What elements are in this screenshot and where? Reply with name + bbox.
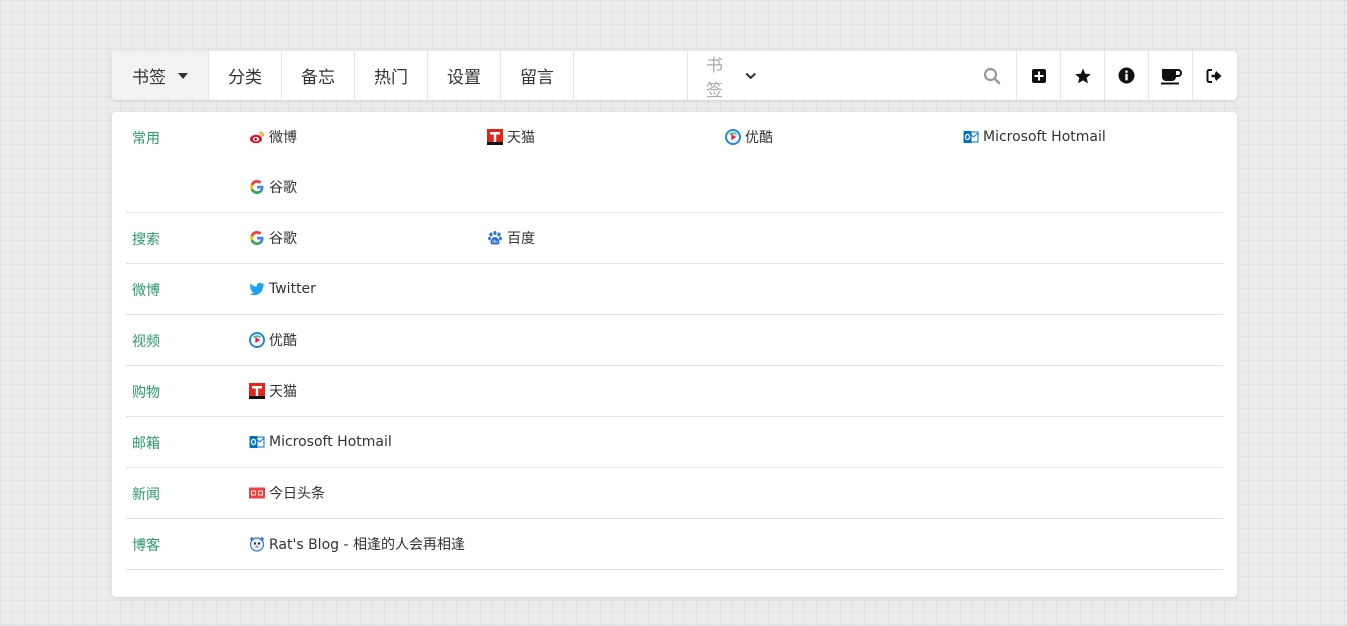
search-scope-label: 书签 — [706, 55, 723, 101]
bookmark-label: 百度 — [507, 231, 535, 247]
bookmark-link[interactable]: 微博 — [249, 112, 487, 162]
nav-hot[interactable]: 热门 — [355, 51, 428, 100]
svg-text:du: du — [492, 239, 498, 245]
category-name[interactable]: 新闻 — [126, 468, 249, 518]
nav-memo-label: 备忘 — [301, 68, 335, 88]
bookmark-link[interactable]: 优酷 — [725, 112, 963, 162]
coffee-icon — [1160, 68, 1182, 84]
category-name[interactable]: 搜索 — [126, 213, 249, 263]
bookmarks-panel: 常用 微博 天猫 优酷 Microsoft Hotmail 谷歌 搜索 谷歌 du 百度 微博 Twi… — [112, 112, 1237, 597]
nav-memo[interactable]: 备忘 — [282, 51, 355, 100]
category-row: 博客 Rat's Blog - 相逢的人会再相逢 — [126, 519, 1223, 570]
category-row: 视频 优酷 — [126, 315, 1223, 366]
weibo-icon — [249, 129, 269, 145]
category-links: 天猫 — [249, 366, 1223, 416]
bookmark-label: 谷歌 — [269, 180, 297, 196]
star-icon — [1074, 68, 1091, 83]
donate-button[interactable] — [1149, 51, 1193, 100]
bookmark-label: 优酷 — [745, 130, 773, 146]
bookmark-link[interactable]: 谷歌 — [249, 162, 487, 212]
category-links: Twitter — [249, 264, 1223, 314]
nav-messages[interactable]: 留言 — [501, 51, 574, 100]
category-name[interactable]: 博客 — [126, 519, 249, 569]
bookmark-label: 天猫 — [507, 130, 535, 146]
nav-settings[interactable]: 设置 — [428, 51, 501, 100]
bookmark-link[interactable]: 今日头条 — [249, 468, 487, 518]
plus-square-icon — [1031, 68, 1046, 83]
category-row: 常用 微博 天猫 优酷 Microsoft Hotmail 谷歌 — [126, 112, 1223, 213]
bookmark-label: Rat's Blog - 相逢的人会再相逢 — [269, 537, 465, 553]
bookmark-link[interactable]: 天猫 — [249, 366, 487, 416]
about-button[interactable] — [1105, 51, 1149, 100]
youku-icon — [725, 129, 745, 145]
logout-button[interactable] — [1193, 51, 1237, 100]
category-links: Rat's Blog - 相逢的人会再相逢 — [249, 519, 1223, 569]
category-links: Microsoft Hotmail — [249, 417, 1223, 467]
category-name[interactable]: 邮箱 — [126, 417, 249, 467]
category-row: 新闻 今日头条 — [126, 468, 1223, 519]
twitter-icon — [249, 281, 269, 297]
category-links: 今日头条 — [249, 468, 1223, 518]
category-row: 邮箱 Microsoft Hotmail — [126, 417, 1223, 468]
category-name[interactable]: 购物 — [126, 366, 249, 416]
chevron-down-icon — [745, 72, 756, 79]
bookmark-link[interactable]: 优酷 — [249, 315, 487, 365]
bookmark-link[interactable]: Microsoft Hotmail — [249, 417, 487, 467]
tmall-icon — [487, 129, 507, 145]
search-input[interactable] — [768, 51, 967, 100]
category-row: 购物 天猫 — [126, 366, 1223, 417]
nav-messages-label: 留言 — [520, 68, 554, 88]
sign-out-icon — [1206, 68, 1222, 83]
youku-icon — [249, 332, 269, 348]
bookmark-label: 谷歌 — [269, 231, 297, 247]
category-list: 常用 微博 天猫 优酷 Microsoft Hotmail 谷歌 搜索 谷歌 du 百度 微博 Twi… — [126, 112, 1223, 570]
nav-spacer — [574, 51, 688, 100]
outlook-icon — [249, 434, 269, 450]
category-name[interactable]: 常用 — [126, 112, 249, 212]
bookmark-link[interactable]: 谷歌 — [249, 213, 487, 263]
search-icon — [983, 67, 1000, 84]
bookmark-label: 优酷 — [269, 333, 297, 349]
tmall-icon — [249, 383, 269, 399]
bookmark-label: Microsoft Hotmail — [269, 434, 392, 450]
caret-down-icon — [178, 72, 188, 79]
category-links: 微博 天猫 优酷 Microsoft Hotmail 谷歌 — [249, 112, 1223, 212]
category-row: 搜索 谷歌 du 百度 — [126, 213, 1223, 264]
favorites-button[interactable] — [1061, 51, 1105, 100]
info-circle-icon — [1118, 67, 1135, 84]
nav-bookmarks-label: 书签 — [132, 68, 166, 88]
bookmark-link[interactable]: Microsoft Hotmail — [963, 112, 1201, 162]
top-navbar: 书签 分类 备忘 热门 设置 留言 书签 — [112, 51, 1237, 101]
search-button[interactable] — [967, 51, 1017, 100]
google-icon — [249, 179, 269, 195]
bookmark-link[interactable]: 天猫 — [487, 112, 725, 162]
add-bookmark-button[interactable] — [1017, 51, 1061, 100]
category-row: 微博 Twitter — [126, 264, 1223, 315]
category-links: 谷歌 du 百度 — [249, 213, 1223, 263]
bookmark-link[interactable]: Rat's Blog - 相逢的人会再相逢 — [249, 519, 487, 569]
nav-categories-label: 分类 — [228, 68, 262, 88]
baidu-icon: du — [487, 230, 507, 246]
google-icon — [249, 230, 269, 246]
category-name[interactable]: 微博 — [126, 264, 249, 314]
nav-hot-label: 热门 — [374, 68, 408, 88]
bookmark-label: 今日头条 — [269, 486, 325, 502]
search-area: 书签 — [688, 51, 967, 101]
category-links: 优酷 — [249, 315, 1223, 365]
bookmark-link[interactable]: Twitter — [249, 264, 487, 314]
toutiao-icon — [249, 485, 269, 501]
outlook-icon — [963, 129, 983, 145]
bookmark-label: Twitter — [269, 281, 316, 297]
bookmark-label: 微博 — [269, 130, 297, 146]
search-scope-dropdown[interactable]: 书签 — [706, 51, 756, 101]
bookmark-label: Microsoft Hotmail — [983, 129, 1106, 145]
category-name[interactable]: 视频 — [126, 315, 249, 365]
nav-bookmarks-dropdown[interactable]: 书签 — [112, 51, 209, 100]
bookmark-link[interactable]: du 百度 — [487, 213, 725, 263]
bookmark-label: 天猫 — [269, 384, 297, 400]
nav-settings-label: 设置 — [447, 68, 481, 88]
blog-icon — [249, 536, 269, 552]
nav-categories[interactable]: 分类 — [209, 51, 282, 100]
